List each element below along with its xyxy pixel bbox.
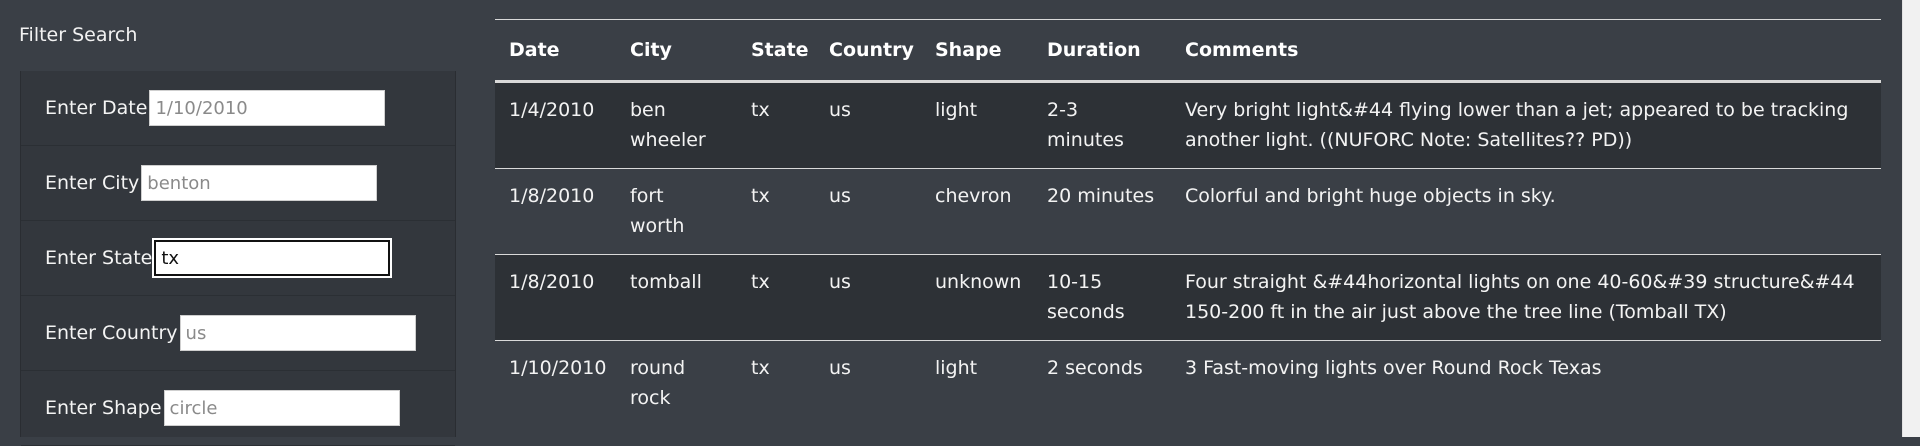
cell-city: tomball: [630, 271, 702, 293]
cell-shape: chevron: [935, 185, 1012, 207]
filter-row-city: Enter City: [21, 146, 455, 221]
column-header-state: State: [751, 39, 809, 61]
filter-search-title: Filter Search: [19, 24, 138, 46]
cell-duration: 2-3 minutes: [1047, 99, 1124, 151]
cell-state: tx: [751, 99, 770, 121]
date-input[interactable]: [149, 90, 386, 126]
filter-row-state: Enter State: [21, 221, 455, 296]
city-input[interactable]: [141, 165, 378, 201]
cell-comments: Four straight &#44horizontal lights on o…: [1185, 271, 1855, 323]
cell-country: us: [829, 99, 851, 121]
cell-duration: 10-15 seconds: [1047, 271, 1125, 323]
cell-duration: 20 minutes: [1047, 185, 1155, 207]
cell-date: 1/10/2010: [509, 357, 607, 379]
column-header-city: City: [630, 39, 672, 61]
country-input[interactable]: [179, 315, 416, 351]
cell-date: 1/8/2010: [509, 185, 595, 207]
cell-country: us: [829, 185, 851, 207]
cell-state: tx: [751, 357, 770, 379]
cell-country: us: [829, 357, 851, 379]
cell-country: us: [829, 271, 851, 293]
ufo-sightings-table: Date City State Country Shape Duration C…: [495, 19, 1881, 426]
cell-city: round rock: [630, 357, 686, 409]
cell-shape: light: [935, 99, 978, 121]
cell-shape: light: [935, 357, 978, 379]
state-label: Enter State: [45, 247, 153, 269]
page-scrollbar[interactable]: [1902, 0, 1920, 437]
table-header-row: Date City State Country Shape Duration C…: [495, 19, 1881, 82]
results-table-container: Date City State Country Shape Duration C…: [495, 19, 1881, 426]
cell-state: tx: [751, 185, 770, 207]
filter-panel: Enter Date Enter City Enter State Enter …: [20, 71, 456, 446]
cell-state: tx: [751, 271, 770, 293]
state-input[interactable]: [154, 240, 391, 276]
cell-date: 1/8/2010: [509, 271, 595, 293]
cell-comments: Colorful and bright huge objects in sky.: [1185, 185, 1556, 207]
table-row: 1/8/2010 tomball tx us unknown 10-15 sec…: [495, 254, 1881, 341]
filter-row-shape: Enter Shape: [21, 371, 455, 446]
city-label: Enter City: [45, 172, 140, 194]
column-header-comments: Comments: [1185, 39, 1299, 61]
table-row: 1/10/2010 round rock tx us light 2 secon…: [495, 340, 1881, 426]
filter-row-country: Enter Country: [21, 296, 455, 371]
table-row: 1/4/2010 ben wheeler tx us light 2-3 min…: [495, 81, 1881, 169]
cell-date: 1/4/2010: [509, 99, 595, 121]
column-header-duration: Duration: [1047, 39, 1141, 61]
shape-input[interactable]: [163, 390, 400, 426]
cell-shape: unknown: [935, 271, 1022, 293]
shape-label: Enter Shape: [45, 397, 162, 419]
cell-comments: 3 Fast-moving lights over Round Rock Tex…: [1185, 357, 1602, 379]
column-header-date: Date: [509, 39, 560, 61]
cell-city: ben wheeler: [630, 99, 706, 151]
column-header-country: Country: [829, 39, 914, 61]
cell-duration: 2 seconds: [1047, 357, 1143, 379]
date-label: Enter Date: [45, 97, 148, 119]
table-row: 1/8/2010 fort worth tx us chevron 20 min…: [495, 168, 1881, 255]
filter-row-date: Enter Date: [21, 71, 455, 146]
cell-city: fort worth: [630, 185, 685, 237]
country-label: Enter Country: [45, 322, 178, 344]
column-header-shape: Shape: [935, 39, 1002, 61]
cell-comments: Very bright light&#44 flying lower than …: [1185, 99, 1849, 151]
